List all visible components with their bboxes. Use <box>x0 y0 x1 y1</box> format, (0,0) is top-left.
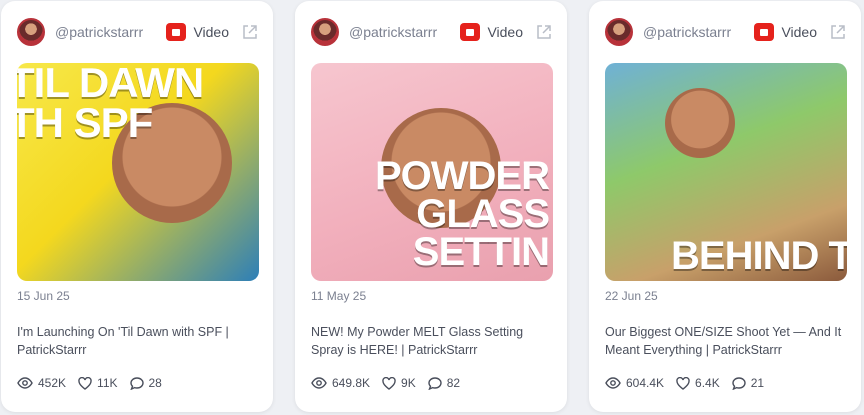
post-date: 22 Jun 25 <box>605 289 658 303</box>
likes-stat: 9K <box>382 376 416 390</box>
thumbnail-text: TIL DAWN TH SPF <box>17 63 204 146</box>
thumbnail-text: POWDER GLASS SETTIN <box>375 154 550 274</box>
avatar[interactable] <box>311 18 339 46</box>
video-thumbnail[interactable]: TIL DAWN TH SPF <box>17 63 259 281</box>
comments-count: 82 <box>446 376 461 390</box>
creator-handle[interactable]: @patrickstarrr <box>55 24 166 40</box>
platform-label: Video <box>193 24 229 40</box>
likes-stat: 11K <box>78 376 118 390</box>
eye-icon <box>17 377 33 389</box>
views-stat: 649.8K <box>311 376 370 390</box>
comment-icon <box>129 376 144 390</box>
post-date: 15 Jun 25 <box>17 289 70 303</box>
heart-icon <box>78 376 92 390</box>
eye-icon <box>311 377 327 389</box>
youtube-icon <box>166 23 187 41</box>
external-link-icon[interactable] <box>535 23 553 41</box>
card-header: @patrickstarrr Video <box>605 17 847 47</box>
comment-icon <box>732 376 746 390</box>
stats-row: 649.8K 9K 82 <box>311 376 551 390</box>
card-header: @patrickstarrr Video <box>311 17 553 47</box>
likes-count: 9K <box>401 376 416 390</box>
comments-stat: 21 <box>732 376 764 390</box>
comments-stat: 82 <box>428 376 460 390</box>
platform-label: Video <box>781 24 817 40</box>
video-title[interactable]: Our Biggest ONE/SIZE Shoot Yet — And It … <box>605 323 845 359</box>
video-title[interactable]: I'm Launching On 'Til Dawn with SPF | Pa… <box>17 323 257 359</box>
avatar[interactable] <box>17 18 45 46</box>
video-card[interactable]: @patrickstarrr Video TIL DAWN TH SPF 15 … <box>1 1 273 412</box>
platform-label: Video <box>487 24 523 40</box>
likes-count: 11K <box>97 376 118 390</box>
video-title[interactable]: NEW! My Powder MELT Glass Setting Spray … <box>311 323 551 359</box>
heart-icon <box>382 376 396 390</box>
views-stat: 452K <box>17 376 66 390</box>
eye-icon <box>605 377 621 389</box>
comment-icon <box>428 376 442 390</box>
video-thumbnail[interactable]: BEHIND THE SC <box>605 63 847 281</box>
card-header: @patrickstarrr Video <box>17 17 259 47</box>
video-card[interactable]: @patrickstarrr Video POWDER GLASS SETTIN… <box>295 1 567 412</box>
comments-stat: 28 <box>129 376 162 390</box>
stats-row: 452K 11K 28 <box>17 376 257 390</box>
likes-count: 6.4K <box>695 376 720 390</box>
creator-handle[interactable]: @patrickstarrr <box>349 24 460 40</box>
youtube-icon <box>754 23 775 41</box>
external-link-icon[interactable] <box>241 23 259 41</box>
thumbnail-text: BEHIND THE SC <box>671 234 847 278</box>
avatar[interactable] <box>605 18 633 46</box>
video-thumbnail[interactable]: POWDER GLASS SETTIN <box>311 63 553 281</box>
views-count: 604.4K <box>626 376 665 390</box>
creator-handle[interactable]: @patrickstarrr <box>643 24 754 40</box>
views-count: 649.8K <box>332 376 371 390</box>
comments-count: 21 <box>750 376 765 390</box>
thumbnail-person <box>665 88 735 158</box>
youtube-icon <box>460 23 481 41</box>
likes-stat: 6.4K <box>676 376 720 390</box>
video-card[interactable]: @patrickstarrr Video BEHIND THE SC 22 Ju… <box>589 1 861 412</box>
views-stat: 604.4K <box>605 376 664 390</box>
views-count: 452K <box>38 376 67 390</box>
comments-count: 28 <box>148 376 162 390</box>
post-date: 11 May 25 <box>311 289 367 303</box>
heart-icon <box>676 376 690 390</box>
external-link-icon[interactable] <box>829 23 847 41</box>
stats-row: 604.4K 6.4K 21 <box>605 376 845 390</box>
